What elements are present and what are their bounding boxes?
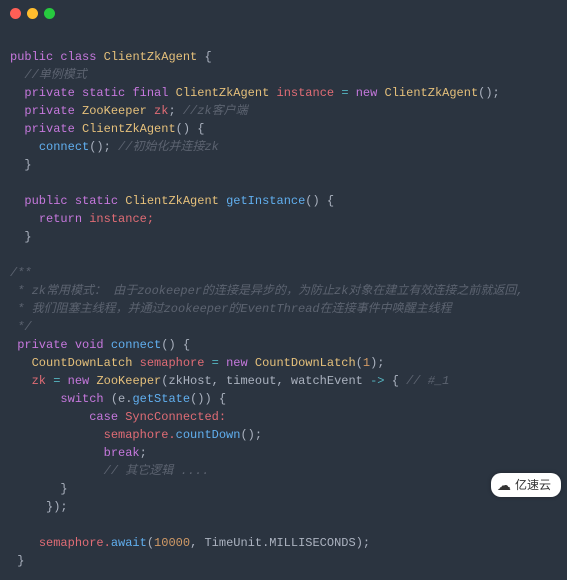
type-clientzkagent: ClientZkAgent bbox=[104, 50, 198, 64]
comment: //zk客户端 bbox=[183, 104, 248, 118]
doc-comment: * 我们阻塞主线程，并通过zookeeper的EventThread在连接事件中… bbox=[10, 302, 452, 316]
watermark-badge: ☁ 亿速云 bbox=[491, 473, 561, 497]
brace: { bbox=[204, 50, 211, 64]
fn-countdown: countDown bbox=[176, 428, 241, 442]
brace: } bbox=[17, 554, 24, 568]
kw-static: static bbox=[75, 194, 118, 208]
comment: //初始化并连接zk bbox=[118, 140, 219, 154]
op: = bbox=[212, 356, 219, 370]
kw-private: private bbox=[24, 122, 74, 136]
id-zk: zk bbox=[32, 374, 46, 388]
num: 10000 bbox=[154, 536, 190, 550]
pun: ; bbox=[140, 446, 147, 460]
id: semaphore. bbox=[39, 536, 111, 550]
doc-comment: /** bbox=[10, 266, 32, 280]
pun: ( bbox=[356, 356, 363, 370]
kw-public: public bbox=[24, 194, 67, 208]
pun: (); bbox=[89, 140, 111, 154]
kw-case: case bbox=[89, 410, 118, 424]
kw-public: public bbox=[10, 50, 53, 64]
op: = bbox=[53, 374, 60, 388]
pun: ; bbox=[168, 104, 175, 118]
window-titlebar bbox=[0, 0, 567, 26]
kw-private: private bbox=[17, 338, 67, 352]
pun: ()) { bbox=[190, 392, 226, 406]
type: ClientZkAgent bbox=[176, 86, 270, 100]
brace: } bbox=[60, 482, 67, 496]
pun: () { bbox=[161, 338, 190, 352]
type-cdl: CountDownLatch bbox=[255, 356, 356, 370]
comment: // #_1 bbox=[406, 374, 449, 388]
comment: // 其它逻辑 .... bbox=[104, 464, 210, 478]
ctor: ClientZkAgent bbox=[82, 122, 176, 136]
code-block: public class ClientZkAgent { //单例模式 priv… bbox=[0, 26, 567, 580]
fn-await: await bbox=[111, 536, 147, 550]
pun: ( bbox=[147, 536, 154, 550]
kw-private: private bbox=[24, 104, 74, 118]
id-syncconnected: SyncConnected: bbox=[125, 410, 226, 424]
pun: (e. bbox=[111, 392, 133, 406]
fn-getinstance: getInstance bbox=[226, 194, 305, 208]
kw-new: new bbox=[68, 374, 90, 388]
id-semaphore: semaphore bbox=[140, 356, 205, 370]
op-eq: = bbox=[341, 86, 348, 100]
brace: } bbox=[24, 158, 31, 172]
doc-comment: */ bbox=[10, 320, 32, 334]
cloud-icon: ☁ bbox=[497, 478, 511, 492]
kw-break: break bbox=[104, 446, 140, 460]
type-cdl: CountDownLatch bbox=[32, 356, 133, 370]
type-zookeeper: ZooKeeper bbox=[82, 104, 147, 118]
pun: (); bbox=[478, 86, 500, 100]
pun: () { bbox=[176, 122, 205, 136]
kw-new: new bbox=[226, 356, 248, 370]
kw-return: return bbox=[39, 212, 82, 226]
minimize-dot[interactable] bbox=[27, 8, 38, 19]
fn-connect: connect bbox=[39, 140, 89, 154]
close-dot[interactable] bbox=[10, 8, 21, 19]
pun: , TimeUnit.MILLISECONDS); bbox=[190, 536, 370, 550]
type-zk: ZooKeeper bbox=[96, 374, 161, 388]
watermark-label: 亿速云 bbox=[515, 476, 551, 494]
kw-class: class bbox=[60, 50, 96, 64]
pun: (); bbox=[240, 428, 262, 442]
doc-comment: * zk常用模式： 由于zookeeper的连接是异步的，为防止zk对象在建立有… bbox=[10, 284, 524, 298]
pun: }); bbox=[46, 500, 68, 514]
id-zk: zk bbox=[154, 104, 168, 118]
comment: //单例模式 bbox=[24, 68, 86, 82]
pun: () { bbox=[305, 194, 334, 208]
maximize-dot[interactable] bbox=[44, 8, 55, 19]
type: ClientZkAgent bbox=[125, 194, 219, 208]
args: (zkHost, timeout, watchEvent bbox=[161, 374, 363, 388]
type: ClientZkAgent bbox=[385, 86, 479, 100]
kw-private: private bbox=[24, 86, 74, 100]
id-instance: instance bbox=[277, 86, 335, 100]
id: instance; bbox=[89, 212, 154, 226]
kw-switch: switch bbox=[60, 392, 103, 406]
kw-final: final bbox=[132, 86, 168, 100]
fn-connect: connect bbox=[111, 338, 161, 352]
brace: { bbox=[392, 374, 399, 388]
id: semaphore. bbox=[104, 428, 176, 442]
arrow: -> bbox=[370, 374, 384, 388]
pun: ); bbox=[370, 356, 384, 370]
brace: } bbox=[24, 230, 31, 244]
fn-getstate: getState bbox=[132, 392, 190, 406]
kw-static: static bbox=[82, 86, 125, 100]
kw-void: void bbox=[75, 338, 104, 352]
kw-new: new bbox=[356, 86, 378, 100]
